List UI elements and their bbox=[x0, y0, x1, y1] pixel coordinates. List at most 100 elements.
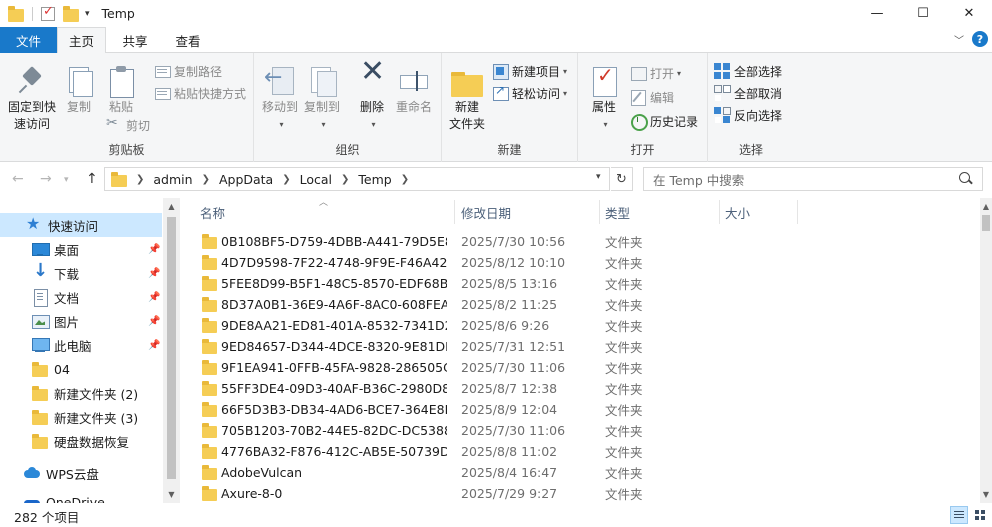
scrollbar-thumb[interactable] bbox=[982, 215, 990, 231]
table-row[interactable]: 0B108BF5-D759-4DBB-A441-79D5E8... 2025/7… bbox=[197, 231, 797, 252]
tab-file[interactable]: 文件 bbox=[0, 27, 57, 53]
navigation-pane-scrollbar[interactable]: ▲ ▼ bbox=[163, 198, 180, 503]
details-view-icon[interactable] bbox=[950, 506, 968, 524]
up-arrow-icon[interactable]: ↑ bbox=[86, 171, 98, 187]
select-all-button[interactable]: 全部选择 bbox=[714, 61, 782, 81]
address-bar[interactable]: ❯ admin ❯ AppData ❯ Local ❯ Temp ❯ bbox=[104, 167, 610, 191]
pin-quick-access-button[interactable]: 固定到快 速访问 bbox=[6, 65, 58, 133]
chevron-right-icon[interactable]: ❯ bbox=[401, 174, 409, 185]
nav-item-folder-04[interactable]: 04 bbox=[0, 357, 162, 381]
column-divider[interactable] bbox=[599, 200, 600, 224]
forward-arrow-icon[interactable]: → bbox=[40, 171, 52, 187]
copy-path-button[interactable]: 复制路径 bbox=[154, 61, 222, 81]
column-divider[interactable] bbox=[797, 200, 798, 224]
nav-item-new-folder-3[interactable]: 新建文件夹 (3) bbox=[0, 405, 162, 429]
scroll-up-arrow-icon[interactable]: ▲ bbox=[163, 198, 180, 215]
help-icon[interactable]: ? bbox=[972, 31, 988, 47]
table-row[interactable]: Axure-8-0 2025/7/29 9:27 文件夹 bbox=[197, 483, 797, 503]
new-group-label: 新建 bbox=[497, 143, 522, 157]
breadcrumb-local[interactable]: Local bbox=[300, 172, 332, 187]
search-input[interactable]: 在 Temp 中搜索 bbox=[643, 167, 983, 191]
nav-item-quick-access[interactable]: 快速访问 bbox=[0, 213, 162, 237]
breadcrumb-temp[interactable]: Temp bbox=[358, 172, 391, 187]
chevron-right-icon[interactable]: ❯ bbox=[202, 174, 210, 185]
table-row[interactable]: 4D7D9598-7F22-4748-9F9E-F46A428... 2025/… bbox=[197, 252, 797, 273]
nav-item-documents[interactable]: 文档 📌 bbox=[0, 285, 162, 309]
nav-item-desktop[interactable]: 桌面 📌 bbox=[0, 237, 162, 261]
nav-item-this-pc[interactable]: 此电脑 📌 bbox=[0, 333, 162, 357]
new-folder-quick-icon[interactable] bbox=[63, 5, 79, 22]
nav-item-onedrive[interactable]: OneDrive bbox=[0, 490, 162, 503]
expand-ribbon-chevron-icon[interactable]: ﹀ bbox=[954, 32, 964, 47]
chevron-right-icon[interactable]: ❯ bbox=[341, 174, 349, 185]
scrollbar-thumb[interactable] bbox=[167, 217, 176, 479]
open-button[interactable]: 打开 ▾ bbox=[630, 63, 681, 83]
new-item-button[interactable]: 新建项目 ▾ bbox=[492, 61, 567, 81]
paste-shortcut-button[interactable]: 粘贴快捷方式 bbox=[154, 83, 246, 103]
scroll-down-arrow-icon[interactable]: ▼ bbox=[980, 486, 992, 503]
folder-icon bbox=[202, 465, 217, 480]
copy-to-button[interactable]: 复制到 ▾ bbox=[302, 65, 342, 133]
move-to-button[interactable]: 移动到 ▾ bbox=[260, 65, 300, 133]
table-row[interactable]: 9ED84657-D344-4DCE-8320-9E81DD... 2025/7… bbox=[197, 336, 797, 357]
address-history-dropdown-icon[interactable]: ▾ bbox=[596, 172, 601, 182]
nav-item-downloads[interactable]: 下载 📌 bbox=[0, 260, 162, 285]
scroll-down-arrow-icon[interactable]: ▼ bbox=[163, 486, 180, 503]
table-row[interactable]: 5FEE8D99-B5F1-48C5-8570-EDF68B1... 2025/… bbox=[197, 273, 797, 294]
maximize-button[interactable]: ☐ bbox=[900, 0, 946, 27]
scroll-up-arrow-icon[interactable]: ▲ bbox=[980, 198, 992, 215]
search-icon[interactable] bbox=[958, 171, 974, 187]
tab-share[interactable]: 共享 bbox=[110, 27, 160, 53]
select-none-button[interactable]: 全部取消 bbox=[714, 83, 782, 103]
recent-locations-chevron-icon[interactable]: ▾ bbox=[64, 175, 69, 185]
copy-button[interactable]: 复制 bbox=[60, 65, 98, 116]
delete-button[interactable]: 删除 ▾ bbox=[354, 63, 390, 133]
refresh-button[interactable]: ↻ bbox=[611, 167, 633, 191]
minimize-button[interactable]: — bbox=[854, 0, 900, 27]
customize-quick-access-dropdown[interactable]: ▾ bbox=[85, 9, 90, 19]
properties-icon bbox=[588, 65, 620, 97]
edit-button[interactable]: 编辑 bbox=[630, 87, 674, 107]
breadcrumb-appdata[interactable]: AppData bbox=[219, 172, 273, 187]
column-header-size[interactable]: 大小 bbox=[725, 198, 797, 226]
column-divider[interactable] bbox=[454, 200, 455, 224]
tab-view[interactable]: 查看 bbox=[162, 27, 214, 53]
table-row[interactable]: AdobeVulcan 2025/8/4 16:47 文件夹 bbox=[197, 462, 797, 483]
back-arrow-icon[interactable]: ← bbox=[12, 171, 24, 187]
paste-button[interactable]: 粘贴 bbox=[102, 65, 140, 116]
cut-button[interactable]: 剪切 bbox=[106, 115, 150, 135]
close-button[interactable]: ✕ bbox=[946, 0, 992, 27]
table-row[interactable]: 4776BA32-F876-412C-AB5E-50739D6... 2025/… bbox=[197, 441, 797, 462]
easy-access-button[interactable]: 轻松访问 ▾ bbox=[492, 83, 567, 103]
chevron-right-icon[interactable]: ❯ bbox=[136, 174, 144, 185]
folder-icon bbox=[32, 385, 48, 401]
file-type: 文件夹 bbox=[605, 445, 643, 460]
nav-item-disk-recovery[interactable]: 硬盘数据恢复 bbox=[0, 429, 162, 453]
file-list-scrollbar[interactable]: ▲ ▼ bbox=[980, 198, 992, 503]
properties-quick-icon[interactable] bbox=[41, 4, 55, 21]
tab-home[interactable]: 主页 bbox=[57, 27, 106, 54]
table-row[interactable]: 9DE8AA21-ED81-401A-8532-7341D2... 2025/8… bbox=[197, 315, 797, 336]
nav-item-wps-cloud[interactable]: WPS云盘 bbox=[0, 461, 162, 485]
pin-icon: 📌 bbox=[148, 291, 161, 303]
breadcrumb-admin[interactable]: admin bbox=[153, 172, 192, 187]
chevron-right-icon[interactable]: ❯ bbox=[282, 174, 290, 185]
column-divider[interactable] bbox=[719, 200, 720, 224]
column-header-date[interactable]: 修改日期 bbox=[461, 198, 599, 226]
table-row[interactable]: 705B1203-70B2-44E5-82DC-DC53889... 2025/… bbox=[197, 420, 797, 441]
column-header-type[interactable]: 类型 bbox=[605, 198, 719, 226]
column-header-name[interactable]: 名称 bbox=[200, 198, 454, 226]
nav-item-new-folder-2[interactable]: 新建文件夹 (2) bbox=[0, 381, 162, 405]
table-row[interactable]: 8D37A0B1-36E9-4A6F-8AC0-608FEA2... 2025/… bbox=[197, 294, 797, 315]
pin-icon: 📌 bbox=[148, 315, 161, 327]
invert-selection-button[interactable]: 反向选择 bbox=[714, 105, 782, 125]
nav-item-pictures[interactable]: 图片 📌 bbox=[0, 309, 162, 333]
properties-button[interactable]: 属性 ▾ bbox=[584, 65, 624, 133]
table-row[interactable]: 55FF3DE4-09D3-40AF-B36C-2980D86... 2025/… bbox=[197, 378, 797, 399]
new-folder-button[interactable]: 新建 文件夹 bbox=[446, 65, 488, 133]
table-row[interactable]: 66F5D3B3-DB34-4AD6-BCE7-364E8F... 2025/8… bbox=[197, 399, 797, 420]
history-button[interactable]: 历史记录 bbox=[630, 111, 698, 131]
rename-button[interactable]: 重命名 bbox=[394, 65, 434, 116]
table-row[interactable]: 9F1EA941-0FFB-45FA-9828-286505C3... 2025… bbox=[197, 357, 797, 378]
large-icons-view-icon[interactable] bbox=[971, 506, 989, 524]
